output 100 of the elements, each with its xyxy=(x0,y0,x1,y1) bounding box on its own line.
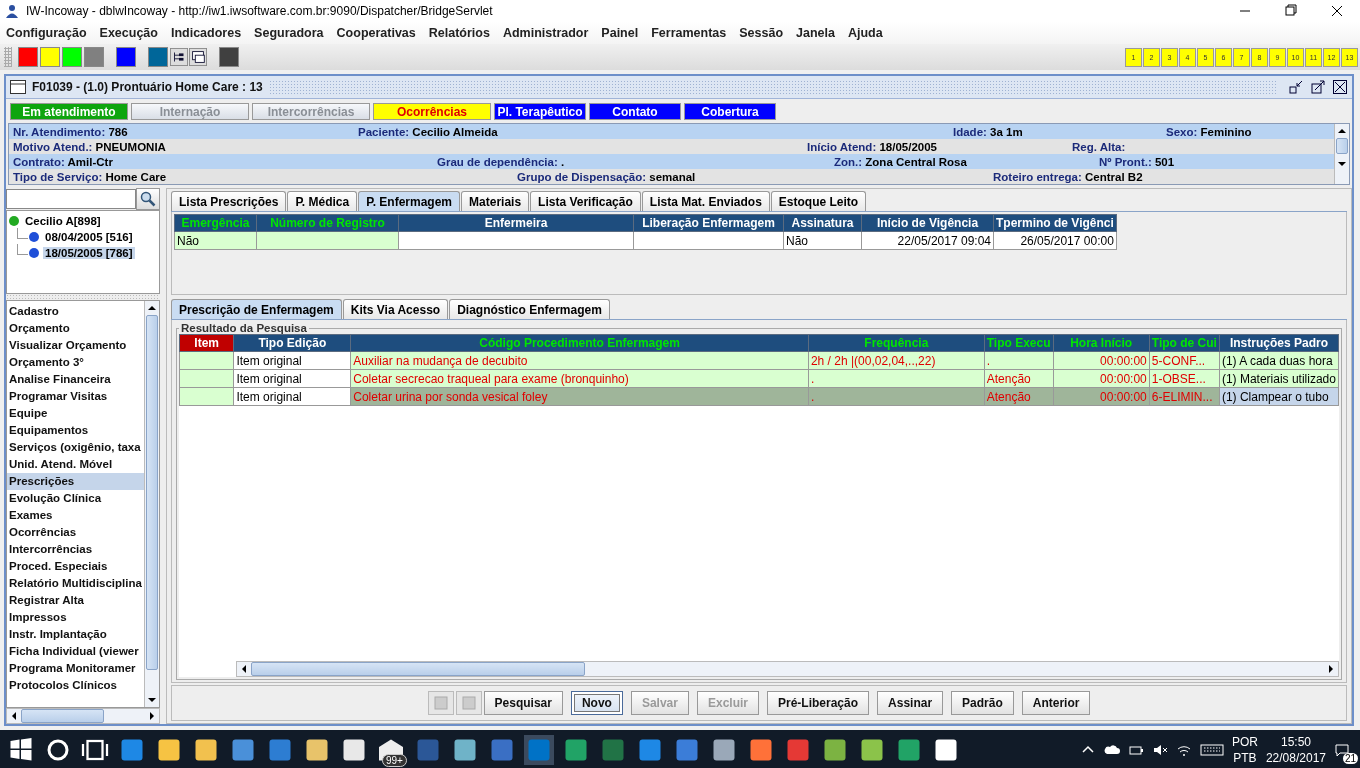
action-button[interactable]: Assinar xyxy=(877,691,944,715)
side-menu-item[interactable]: Impressos xyxy=(7,609,144,626)
side-menu-item[interactable]: Instr. Implantação xyxy=(7,626,144,643)
side-menu-item[interactable]: Analise Financeira xyxy=(7,371,144,388)
search-button[interactable] xyxy=(136,188,160,210)
color-button[interactable] xyxy=(116,47,136,67)
side-menu-item[interactable]: Ficha Individual (viewer xyxy=(7,643,144,660)
tab[interactable]: Kits Via Acesso xyxy=(342,299,449,319)
side-menu-item[interactable]: Registrar Alta xyxy=(7,592,144,609)
side-menu-item[interactable]: Unid. Atend. Móvel xyxy=(7,456,144,473)
scrollbar-thumb[interactable] xyxy=(1336,138,1348,154)
column-header[interactable]: Emergência xyxy=(174,214,257,232)
tab[interactable]: P. Enfermagem xyxy=(358,191,461,211)
column-header[interactable]: Tipo de Cui xyxy=(1149,334,1220,352)
status-button[interactable]: Cobertura xyxy=(684,103,776,120)
tree-item[interactable]: Cecilio A[898] xyxy=(23,215,103,227)
scrollbar-thumb[interactable] xyxy=(146,315,158,670)
side-menu-item[interactable]: Protocolos Clínicos xyxy=(7,677,144,694)
side-menu-item[interactable]: Cadastro xyxy=(7,303,144,320)
search-field[interactable] xyxy=(6,189,136,209)
menu-item[interactable]: Cooperativas xyxy=(336,26,416,40)
column-header[interactable]: Liberação Enfermagem xyxy=(633,214,784,232)
keyboard-layout[interactable]: PTB xyxy=(1233,750,1257,766)
menu-item[interactable]: Administrador xyxy=(502,26,589,40)
tab[interactable]: Diagnóstico Enfermagem xyxy=(449,299,610,319)
color-button[interactable] xyxy=(18,47,38,67)
tab[interactable]: Estoque Leito xyxy=(770,191,867,211)
side-menu-item[interactable]: Intercorrências xyxy=(7,541,144,558)
column-header[interactable]: Tipo Edição xyxy=(233,334,351,352)
side-menu-item[interactable]: Serviços (oxigênio, taxa xyxy=(7,439,144,456)
side-menu-item[interactable]: Visualizar Orçamento xyxy=(7,337,144,354)
tree-item[interactable]: 18/05/2005 [786] xyxy=(43,247,135,259)
menu-item[interactable]: Ajuda xyxy=(847,26,883,40)
column-header[interactable]: Hora Início xyxy=(1053,334,1150,352)
menu-item[interactable]: Painel xyxy=(601,26,639,40)
menu-item[interactable]: Janela xyxy=(796,26,835,40)
side-menu-item[interactable]: Orçamento 3° xyxy=(7,354,144,371)
status-button[interactable]: Pl. Terapêutico xyxy=(494,103,586,120)
minimize-icon[interactable] xyxy=(1288,79,1304,95)
tab[interactable]: Prescrição de Enfermagem xyxy=(171,299,342,319)
menu-item[interactable]: Execução xyxy=(99,26,158,40)
action-button[interactable]: Pesquisar xyxy=(483,691,563,715)
menu-item[interactable]: Indicadores xyxy=(170,26,242,40)
language-indicator[interactable]: POR xyxy=(1231,734,1258,750)
side-menu-item[interactable]: Exames xyxy=(7,507,144,524)
color-button[interactable] xyxy=(62,47,82,67)
column-header[interactable]: Assinatura xyxy=(783,214,862,232)
close-icon[interactable] xyxy=(1332,79,1348,95)
side-menu-item[interactable]: Relatório Multidisciplina xyxy=(7,575,144,592)
side-menu-item[interactable]: Evolução Clínica xyxy=(7,490,144,507)
clock-time[interactable]: 15:50 xyxy=(1280,734,1311,750)
menu-item[interactable]: Relatórios xyxy=(428,26,490,40)
status-button[interactable]: Contato xyxy=(589,103,681,120)
menu-item[interactable]: Sessão xyxy=(739,26,783,40)
windows-icon[interactable] xyxy=(189,48,207,66)
side-menu-item[interactable]: Equipamentos xyxy=(7,422,144,439)
scrollbar-thumb[interactable] xyxy=(21,709,105,723)
column-header[interactable]: Enfermeira xyxy=(398,214,634,232)
color-button[interactable] xyxy=(40,47,60,67)
table-row[interactable]: Item original Coletar urina por sonda vesical foley . Atenção 00:00:00 6-ELIMIN... (1) Clampear o tubo xyxy=(179,387,1339,406)
clock-date[interactable]: 22/08/2017 xyxy=(1265,750,1326,766)
column-header[interactable]: Início de Vigência xyxy=(861,214,994,232)
toolbar-grip[interactable] xyxy=(4,47,12,67)
menu-item[interactable]: Ferramentas xyxy=(651,26,727,40)
color-button[interactable] xyxy=(219,47,239,67)
tree-item[interactable]: 08/04/2005 [516] xyxy=(43,231,135,243)
column-header[interactable]: Instruções Padro xyxy=(1219,334,1339,352)
column-header[interactable]: Código Procedimento Enfermagem xyxy=(350,334,809,352)
column-header[interactable]: Tpermino de Vigênci xyxy=(993,214,1117,232)
color-button[interactable] xyxy=(148,47,168,67)
table-row[interactable]: Item original Coletar secrecao traqueal para exame (bronquinho) . Atenção 00:00:00 1-OBSE... (1) Materiais utilizado xyxy=(179,369,1339,388)
tree-icon[interactable] xyxy=(170,48,188,66)
side-menu-item[interactable]: Ocorrências xyxy=(7,524,144,541)
maximize-icon[interactable] xyxy=(1310,79,1326,95)
tab[interactable]: P. Médica xyxy=(287,191,358,211)
tab[interactable]: Lista Verificação xyxy=(530,191,641,211)
color-button[interactable] xyxy=(84,47,104,67)
side-menu-item[interactable]: Programa Monitoramer xyxy=(7,660,144,677)
action-button[interactable]: Anterior xyxy=(1021,691,1091,715)
action-button[interactable]: Pré-Liberação xyxy=(767,691,870,715)
tab[interactable]: Lista Prescrições xyxy=(171,191,287,211)
menu-item[interactable]: Seguradora xyxy=(254,26,324,40)
column-header[interactable]: Item xyxy=(179,334,234,352)
side-menu-item[interactable]: Equipe xyxy=(7,405,144,422)
column-header[interactable]: Número de Registro xyxy=(256,214,399,232)
scrollbar-thumb[interactable] xyxy=(251,662,586,676)
speaker-muted-icon[interactable] xyxy=(1151,742,1168,758)
table-row[interactable]: Item original Auxiliar na mudança de decubito 2h / 2h |(00,02,04,..,22) . 00:00:00 5-CONF... (1) A cada duas hora xyxy=(179,351,1339,370)
action-button[interactable]: Novo xyxy=(570,691,623,715)
column-header[interactable]: Tipo Execu xyxy=(984,334,1054,352)
side-menu-item[interactable]: Orçamento xyxy=(7,320,144,337)
status-button[interactable]: Ocorrências xyxy=(373,103,491,120)
tab[interactable]: Lista Mat. Enviados xyxy=(641,191,770,211)
menu-item[interactable]: Configuração xyxy=(6,26,87,40)
side-menu-item[interactable]: Proced. Especiais xyxy=(7,558,144,575)
keyboard-icon[interactable] xyxy=(1199,742,1224,758)
side-menu-item[interactable]: Prescrições xyxy=(7,473,144,490)
action-button[interactable]: Padrão xyxy=(951,691,1014,715)
tab[interactable]: Materiais xyxy=(461,191,530,211)
side-menu-item[interactable]: Programar Visitas xyxy=(7,388,144,405)
